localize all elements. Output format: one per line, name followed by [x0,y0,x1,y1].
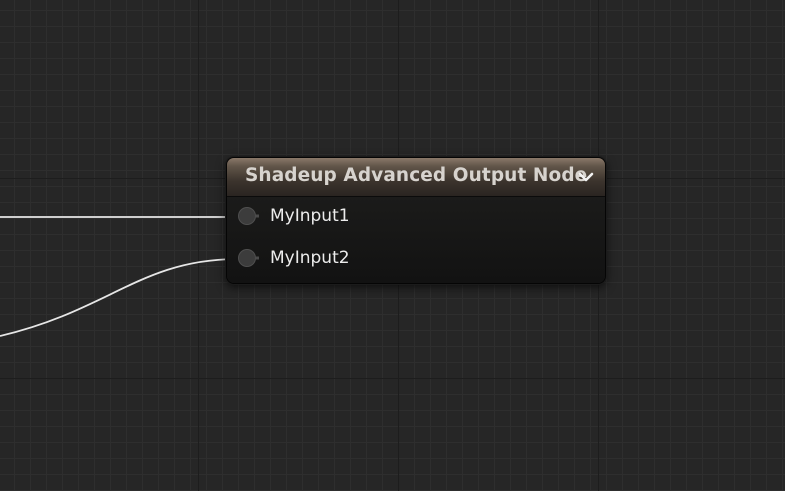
pin-label: MyInput1 [270,206,350,226]
pin-label: MyInput2 [270,248,350,268]
input-pin-myinput2[interactable]: MyInput2 [237,247,350,269]
input-pin-myinput1[interactable]: MyInput1 [237,205,350,227]
chevron-down-icon[interactable] [577,168,595,186]
node-header[interactable]: Shadeup Advanced Output Node [227,158,605,197]
output-node[interactable]: Shadeup Advanced Output Node MyInput1 My… [226,157,606,284]
node-body: MyInput1 MyInput2 [227,197,605,283]
pin-connector-icon[interactable] [237,205,259,227]
pin-connector-icon[interactable] [237,247,259,269]
node-title: Shadeup Advanced Output Node [245,165,588,186]
